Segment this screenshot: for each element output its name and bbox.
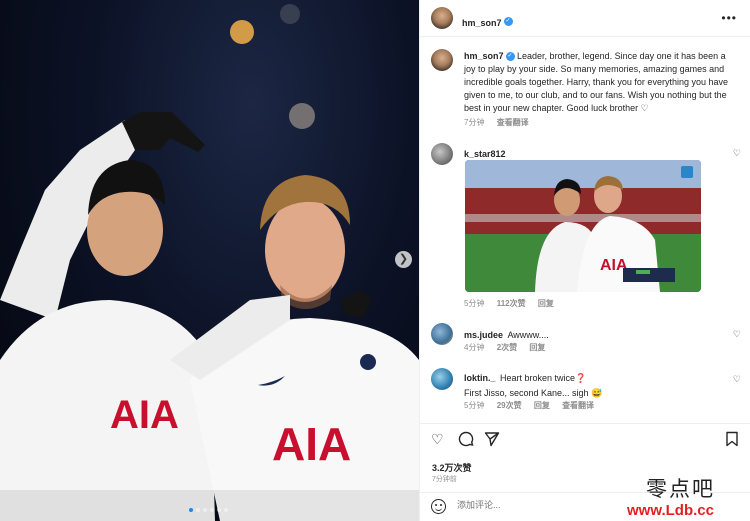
- reply-link[interactable]: 回复: [538, 299, 554, 308]
- carousel-dot: [210, 508, 214, 512]
- post-photo: AIA AIA ❯: [0, 0, 419, 521]
- carousel-dot: [196, 508, 200, 512]
- comment-time: 5分钟: [464, 401, 485, 410]
- heart-icon[interactable]: ♡: [733, 148, 741, 159]
- comment-username[interactable]: ms.judee: [464, 330, 503, 340]
- carousel-dot-active: [189, 508, 193, 512]
- watermark-logo-text: 零点吧: [646, 477, 715, 501]
- post-time: 7分钟前: [432, 476, 457, 483]
- heart-icon[interactable]: ♡: [733, 374, 741, 385]
- post-caption: hm_son7 ✓ Leader, brother, legend. Since …: [464, 50, 739, 115]
- comment-username[interactable]: k_star812: [464, 149, 506, 159]
- comment-avatar[interactable]: [431, 143, 453, 165]
- comment-meta: 4分钟 2次赞 回复: [464, 342, 555, 353]
- comment-body: ms.judee Awwww....: [464, 325, 549, 343]
- comment-avatar[interactable]: [431, 323, 453, 345]
- carousel-dot: [224, 508, 228, 512]
- comment-time: 4分钟: [464, 343, 485, 352]
- reply-link[interactable]: 回复: [534, 401, 550, 410]
- carousel-dot: [217, 508, 221, 512]
- verified-badge-icon: ✓: [503, 17, 513, 27]
- heart-icon[interactable]: ♡: [733, 329, 741, 340]
- see-translation-link[interactable]: 查看翻译: [562, 401, 594, 410]
- comment-icon[interactable]: [458, 431, 474, 450]
- comment-text-line2: First Jisso, second Kane... sigh 😅: [464, 388, 603, 398]
- reply-link[interactable]: 回复: [529, 343, 545, 352]
- likes-count[interactable]: 3.2万次赞: [432, 461, 472, 474]
- caption-username[interactable]: hm_son7: [464, 51, 504, 61]
- comment-likes[interactable]: 2次赞: [497, 343, 517, 352]
- emoji-icon[interactable]: [431, 499, 446, 514]
- jersey-text-right: AIA: [272, 418, 351, 470]
- more-icon[interactable]: •••: [721, 11, 737, 25]
- heart-icon[interactable]: ♡: [431, 431, 444, 448]
- caption-meta: 7分钟 查看翻译: [464, 117, 539, 128]
- carousel-dot: [203, 508, 207, 512]
- jersey-text-left: AIA: [110, 393, 179, 437]
- comment-text: Heart broken twice❓: [499, 373, 587, 383]
- comment-likes[interactable]: 112次赞: [497, 299, 526, 308]
- watermark-url: www.Ldb.cc: [627, 502, 714, 519]
- caption-time: 7分钟: [464, 118, 485, 127]
- chevron-right-icon[interactable]: ❯: [395, 251, 412, 268]
- comment-avatar[interactable]: [431, 368, 453, 390]
- author-username[interactable]: hm_son7: [462, 18, 502, 28]
- comment-meta: 5分钟 29次赞 回复 查看翻译: [464, 400, 604, 411]
- comment-meta: 5分钟 112次赞 回复: [464, 298, 564, 309]
- comment-likes[interactable]: 29次赞: [497, 401, 522, 410]
- carousel-indicator: [189, 508, 228, 512]
- bookmark-icon[interactable]: [725, 431, 739, 450]
- share-icon[interactable]: [484, 431, 500, 450]
- caption-avatar[interactable]: [431, 49, 453, 71]
- avatar[interactable]: [431, 7, 453, 29]
- verified-badge-icon: ✓: [505, 52, 515, 62]
- comment-image[interactable]: AIA: [465, 160, 701, 292]
- comment-text: Awwww....: [507, 330, 549, 340]
- post-header: hm_son7 ✓ •••: [420, 0, 750, 37]
- see-translation-link[interactable]: 查看翻译: [497, 118, 529, 127]
- photo-illustration: AIA AIA: [0, 4, 419, 521]
- comment-username[interactable]: loktin._: [464, 373, 496, 383]
- comment-time: 5分钟: [464, 299, 485, 308]
- comment-body: loktin._ Heart broken twice❓ First Jisso…: [464, 370, 724, 400]
- comment-image-illustration: AIA: [465, 160, 701, 292]
- post-panel: hm_son7 ✓ ••• hm_son7 ✓ Leader, brother, l…: [419, 0, 750, 521]
